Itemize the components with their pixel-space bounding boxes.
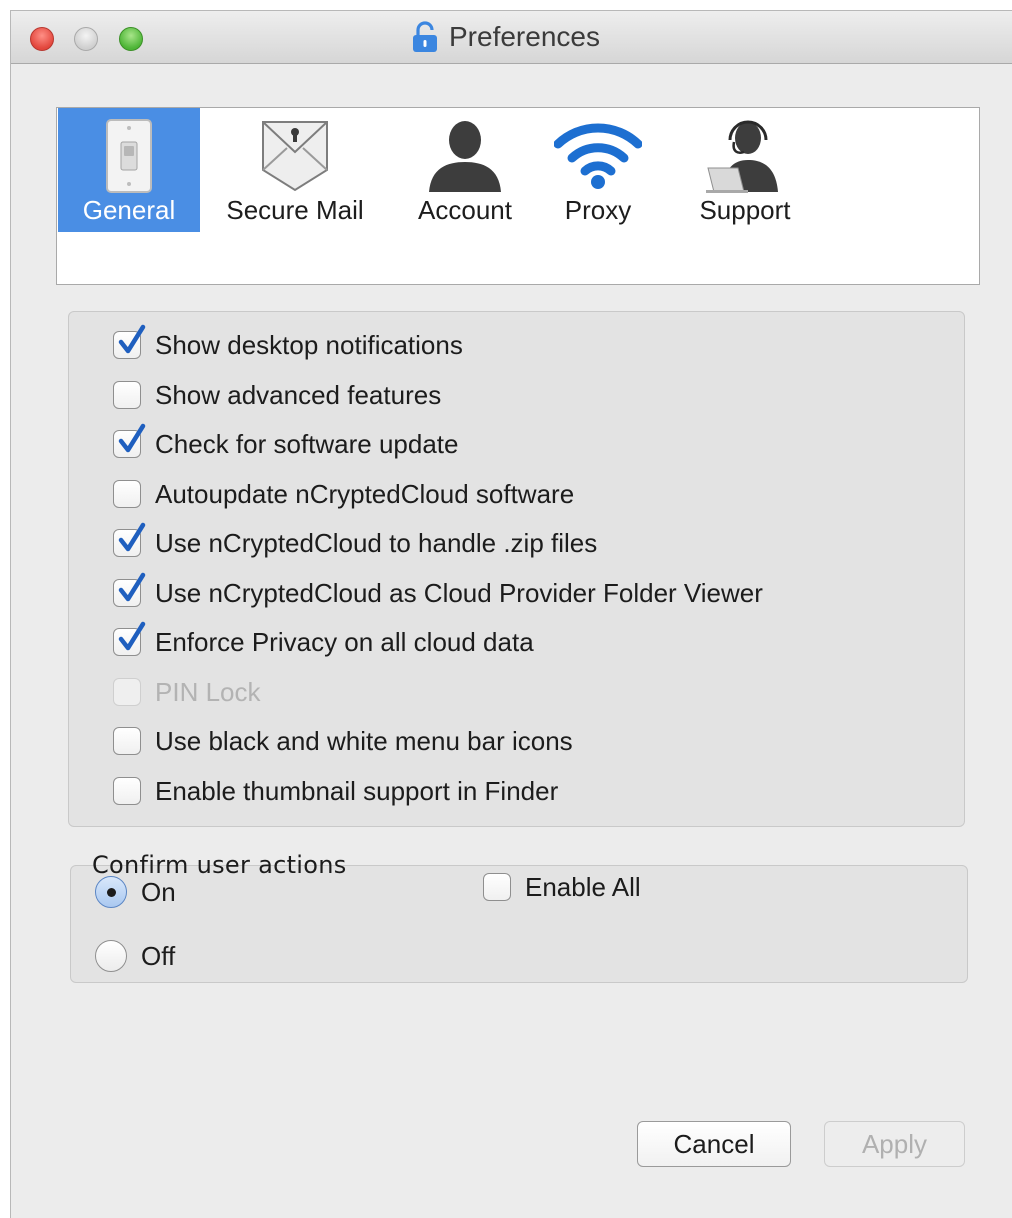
option-label: PIN Lock <box>155 676 261 707</box>
tab-account[interactable]: Account <box>403 108 527 232</box>
radio-button[interactable] <box>95 876 127 908</box>
checkmark-icon <box>118 621 146 651</box>
option-pin-lock: PIN Lock <box>113 675 261 709</box>
option-label: Use black and white menu bar icons <box>155 725 573 756</box>
checkbox[interactable] <box>113 381 141 409</box>
radio-on-label: On <box>141 876 176 907</box>
tab-secure-mail-label: Secure Mail <box>226 195 364 225</box>
zoom-window-button[interactable] <box>119 27 143 51</box>
general-options-panel: Show desktop notifications Show advanced… <box>68 311 965 827</box>
tab-support[interactable]: Support <box>677 108 813 232</box>
tab-secure-mail[interactable]: Secure Mail <box>217 108 373 232</box>
cancel-button[interactable]: Cancel <box>637 1121 791 1167</box>
confirm-user-actions-title: Confirm user actions <box>92 851 347 879</box>
option-label: Use nCryptedCloud as Cloud Provider Fold… <box>155 577 763 608</box>
checkbox[interactable] <box>113 777 141 805</box>
option-label: Check for software update <box>155 428 459 459</box>
option-check-for-software-update[interactable]: Check for software update <box>113 423 459 461</box>
option-label: Enforce Privacy on all cloud data <box>155 626 534 657</box>
checkmark-icon <box>118 324 146 354</box>
radio-on[interactable]: On <box>95 876 176 908</box>
tab-account-label: Account <box>418 195 512 225</box>
option-black-white-menu-icons[interactable]: Use black and white menu bar icons <box>113 724 573 758</box>
checkmark-icon <box>118 572 146 602</box>
tab-proxy-label: Proxy <box>564 195 632 225</box>
minimize-window-button[interactable] <box>74 27 98 51</box>
option-show-desktop-notifications[interactable]: Show desktop notifications <box>113 324 463 362</box>
window-title-group: Preferences <box>411 21 600 53</box>
light-switch-icon <box>106 119 152 193</box>
tab-general[interactable]: General <box>58 108 200 232</box>
title-bar[interactable]: Preferences <box>11 11 1012 64</box>
enable-all-option[interactable]: Enable All <box>483 870 641 904</box>
option-handle-zip-files[interactable]: Use nCryptedCloud to handle .zip files <box>113 522 598 560</box>
checkmark-icon <box>118 423 146 453</box>
lock-icon <box>413 21 437 52</box>
wifi-icon <box>554 123 642 189</box>
enable-all-checkbox[interactable] <box>483 873 511 901</box>
enable-all-label: Enable All <box>525 871 641 902</box>
option-label: Show advanced features <box>155 379 442 410</box>
user-silhouette-icon <box>429 121 501 192</box>
option-label: Use nCryptedCloud to handle .zip files <box>155 527 598 558</box>
checkmark-icon <box>118 522 146 552</box>
confirm-user-actions-group: On Off Enable All <box>70 865 968 983</box>
checkbox[interactable] <box>113 324 146 359</box>
checkbox[interactable] <box>113 522 146 557</box>
tab-proxy[interactable]: Proxy <box>547 108 649 232</box>
checkbox[interactable] <box>113 727 141 755</box>
radio-off[interactable]: Off <box>95 940 175 972</box>
option-label: Autoupdate nCryptedCloud software <box>155 478 575 509</box>
tab-general-label: General <box>82 195 176 225</box>
preferences-toolbar: General Secure Mail Account Proxy Suppor… <box>56 107 980 285</box>
option-cloud-provider-folder-viewer[interactable]: Use nCryptedCloud as Cloud Provider Fold… <box>113 572 763 610</box>
option-show-advanced-features[interactable]: Show advanced features <box>113 378 441 412</box>
option-thumbnail-support[interactable]: Enable thumbnail support in Finder <box>113 774 558 808</box>
close-window-button[interactable] <box>30 27 54 51</box>
radio-off-label: Off <box>141 940 176 971</box>
option-label: Enable thumbnail support in Finder <box>155 775 559 806</box>
headset-support-icon <box>706 120 778 193</box>
option-enforce-privacy[interactable]: Enforce Privacy on all cloud data <box>113 621 534 659</box>
checkbox[interactable] <box>113 572 146 607</box>
radio-button[interactable] <box>95 940 127 972</box>
option-autoupdate[interactable]: Autoupdate nCryptedCloud software <box>113 477 574 511</box>
checkbox[interactable] <box>113 423 146 458</box>
tab-support-label: Support <box>699 195 791 225</box>
window-title: Preferences <box>449 21 600 52</box>
preferences-window: Preferences General Secure Mail Account … <box>10 10 1012 1218</box>
secure-envelope-icon <box>262 121 328 192</box>
option-label: Show desktop notifications <box>155 329 463 360</box>
apply-button: Apply <box>824 1121 965 1167</box>
checkbox[interactable] <box>113 621 146 656</box>
checkbox[interactable] <box>113 480 141 508</box>
checkbox <box>113 678 141 706</box>
